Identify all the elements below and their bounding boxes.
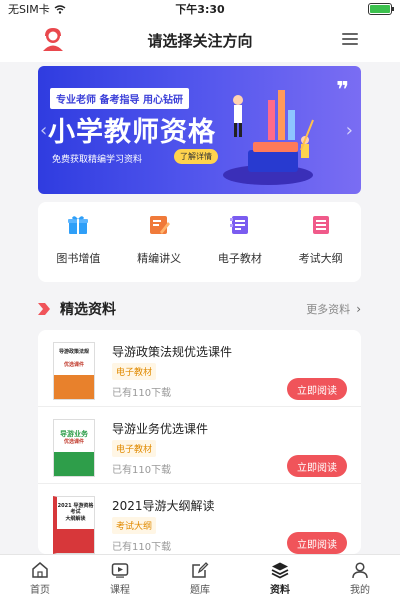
quick-links-panel: 图书增值 精编讲义 电子教材 考试大纲 — [38, 202, 361, 282]
promo-banner[interactable]: ‹ 专业老师 备考指导 用心钻研 小学教师资格 免费获取精编学习资料 了解详情 … — [38, 66, 361, 194]
cover-band — [54, 375, 94, 399]
gift-icon — [68, 216, 89, 234]
layers-icon — [271, 562, 289, 579]
bottom-tab-bar: 首页 课程 题库 资料 我的 — [0, 554, 400, 600]
tab-question-bank[interactable]: 题库 — [160, 555, 240, 600]
cover-subtitle: 大纲解读 — [61, 515, 90, 522]
quick-link-book-extras[interactable]: 图书增值 — [38, 202, 119, 282]
tab-profile[interactable]: 我的 — [320, 555, 400, 600]
tab-label: 题库 — [190, 585, 210, 596]
quick-link-label: 考试大纲 — [298, 252, 343, 265]
material-tag: 电子教材 — [112, 440, 157, 457]
materials-list: 导游政策法规 优选课件 导游政策法规优选课件 电子教材 已有110下载 立即阅读… — [38, 330, 361, 554]
quick-link-label: 精编讲义 — [137, 252, 182, 265]
learn-more-button[interactable]: 了解详情 — [174, 149, 218, 164]
outline-icon — [312, 216, 329, 234]
hamburger-menu-icon[interactable] — [342, 33, 358, 45]
list-item[interactable]: 导游政策法规 优选课件 导游政策法规优选课件 电子教材 已有110下载 立即阅读 — [38, 330, 361, 407]
list-item[interactable]: 导游业务 优选课件 导游业务优选课件 电子教材 已有110下载 立即阅读 — [38, 407, 361, 484]
quick-link-label: 电子教材 — [217, 252, 262, 265]
book-cover: 导游业务 优选课件 — [53, 419, 95, 477]
material-title: 2021导游大纲解读 — [112, 499, 215, 513]
download-count: 已有110下载 — [112, 465, 172, 476]
quote-icon: ❞ — [336, 78, 349, 103]
material-tag: 考试大纲 — [112, 517, 157, 534]
list-item[interactable]: 2021 导游资格考试 大纲解读 2021导游大纲解读 考试大纲 已有110下载… — [38, 484, 361, 554]
quick-link-exam-outline[interactable]: 考试大纲 — [280, 202, 361, 282]
top-navigation-bar: 请选择关注方向 — [0, 18, 400, 62]
tab-label: 课程 — [110, 585, 130, 596]
read-now-button[interactable]: 立即阅读 — [287, 378, 347, 400]
user-icon — [352, 562, 368, 579]
banner-subtitle: 免费获取精编学习资料 — [52, 155, 143, 165]
cover-subtitle: 优选课件 — [58, 438, 90, 445]
download-count: 已有110下载 — [112, 542, 172, 553]
chevron-right-icon[interactable]: › — [356, 302, 361, 316]
material-tag: 电子教材 — [112, 363, 157, 380]
tab-label: 资料 — [270, 585, 290, 596]
page-title: 请选择关注方向 — [147, 31, 253, 50]
status-bar: 无SIM卡 下午3:30 — [0, 0, 400, 18]
ebook-icon — [229, 216, 248, 234]
download-count: 已有110下载 — [112, 388, 172, 399]
tab-label: 我的 — [350, 585, 370, 596]
cover-band — [57, 529, 94, 553]
clock: 下午3:30 — [175, 3, 225, 16]
tab-home[interactable]: 首页 — [0, 555, 80, 600]
quick-link-handouts[interactable]: 精编讲义 — [119, 202, 200, 282]
video-icon — [111, 563, 129, 578]
book-cover: 2021 导游资格考试 大纲解读 — [53, 496, 95, 554]
quick-link-label: 图书增值 — [56, 252, 101, 265]
banner-illustration — [223, 90, 314, 185]
material-title: 导游政策法规优选课件 — [112, 345, 233, 359]
quick-link-ebooks[interactable]: 电子教材 — [200, 202, 281, 282]
cover-title: 2021 导游资格考试 — [57, 503, 94, 515]
book-cover: 导游政策法规 优选课件 — [53, 342, 95, 400]
read-now-button[interactable]: 立即阅读 — [287, 532, 347, 554]
tab-materials[interactable]: 资料 — [240, 555, 320, 600]
banner-next-icon[interactable]: › — [346, 120, 353, 141]
read-now-button[interactable]: 立即阅读 — [287, 455, 347, 477]
cover-title: 导游政策法规 — [58, 349, 89, 355]
banner-prev-icon[interactable]: ‹ — [40, 120, 47, 141]
more-materials-link[interactable]: 更多资料 — [306, 301, 350, 317]
cover-subtitle: 优选课件 — [58, 361, 90, 368]
edit-icon — [192, 562, 209, 578]
featured-section-header: 精选资料 更多资料 › — [38, 298, 361, 320]
cover-band — [54, 452, 94, 476]
section-marker-icon — [38, 303, 50, 315]
support-avatar-icon[interactable] — [40, 26, 66, 52]
tab-label: 首页 — [30, 585, 50, 596]
home-icon — [32, 562, 48, 578]
battery-icon — [368, 3, 394, 15]
banner-tagline: 专业老师 备考指导 用心钻研 — [50, 88, 189, 109]
tab-courses[interactable]: 课程 — [80, 555, 160, 600]
material-title: 导游业务优选课件 — [112, 422, 209, 436]
section-title: 精选资料 — [60, 302, 116, 318]
handout-icon — [150, 216, 171, 234]
banner-headline: 小学教师资格 — [48, 117, 216, 148]
